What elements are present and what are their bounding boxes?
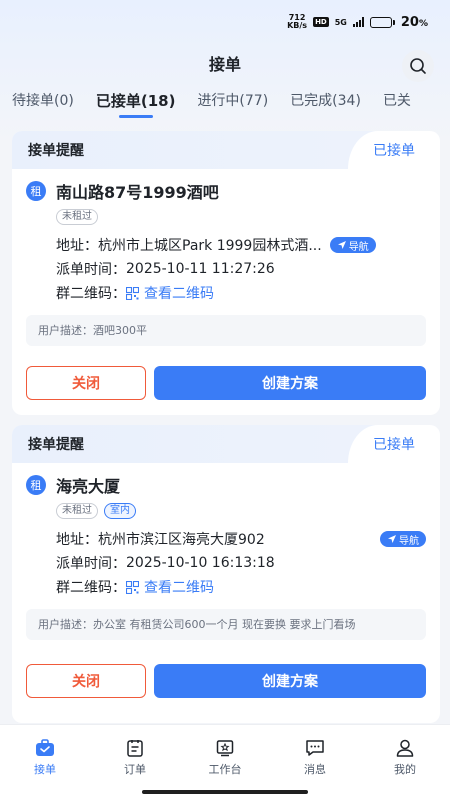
page-title: 接单: [208, 55, 241, 74]
qr-code-icon: [126, 580, 139, 594]
address-row: 地址： 杭州市上城区Park 1999园林式酒... 导航: [56, 233, 426, 257]
battery-percent-unit: %: [418, 18, 428, 29]
card-header: 接单提醒 已接单: [12, 131, 440, 169]
profile-icon: [396, 739, 414, 757]
briefcase-icon: [36, 739, 54, 756]
search-icon: [410, 58, 426, 74]
network-type: 5G: [334, 17, 347, 27]
order-list-icon: [127, 740, 143, 757]
nav-label: 订单: [124, 763, 146, 776]
nav-label: 工作台: [208, 763, 242, 776]
user-description: 用户描述：酒吧300平: [26, 315, 426, 346]
tab-accepted[interactable]: 已接单(18): [96, 86, 176, 116]
address-label: 地址：: [56, 238, 98, 254]
group-qr-label: 群二维码：: [56, 580, 126, 596]
status-badge: 已接单: [348, 425, 440, 463]
property-name: 南山路87号1999酒吧: [56, 183, 219, 202]
nav-label: 消息: [304, 763, 326, 776]
tag-indoor: 室内: [104, 503, 136, 519]
dispatch-time-row: 派单时间： 2025-10-10 16:13:18: [56, 551, 426, 575]
workbench-icon: [216, 740, 234, 757]
tab-in-progress[interactable]: 进行中(77): [197, 86, 268, 116]
tag-list: 未租过 室内: [56, 503, 426, 519]
user-description: 用户描述：办公室 有租赁公司600一个月 现在要换 要求上门看场: [26, 609, 426, 640]
tag-not-rented: 未租过: [56, 503, 98, 519]
battery-icon: [369, 16, 395, 28]
network-speed-unit: KB/s: [287, 21, 308, 30]
navigation-arrow-icon: [388, 535, 396, 543]
navigate-button[interactable]: 导航: [329, 237, 376, 253]
tab-closed[interactable]: 已关: [383, 86, 411, 116]
navigation-arrow-icon: [337, 241, 346, 249]
view-qr-label: 查看二维码: [144, 580, 214, 596]
order-card[interactable]: 接单提醒 已接单 租 南山路87号1999酒吧 未租过 地址： 杭州市上城区Pa…: [12, 131, 440, 415]
address-value: 杭州市滨江区海亮大厦902: [98, 532, 265, 548]
view-qr-link[interactable]: 查看二维码: [126, 577, 214, 597]
nav-item-messages[interactable]: 消息: [270, 725, 360, 800]
tag-list: 未租过: [56, 209, 426, 225]
nav-label: 接单: [34, 763, 56, 776]
nav-item-orders[interactable]: 订单: [90, 725, 180, 800]
tag-not-rented: 未租过: [56, 209, 98, 225]
battery-percent: 20%: [401, 15, 428, 30]
tab-completed[interactable]: 已完成(34): [290, 86, 361, 116]
signal-icon: [352, 17, 364, 27]
address-value: 杭州市上城区Park 1999园林式酒...: [98, 238, 322, 254]
tab-pending[interactable]: 待接单(0): [12, 86, 74, 116]
view-qr-link[interactable]: 查看二维码: [126, 283, 214, 303]
qr-code-icon: [126, 286, 139, 300]
order-status-tabs: 待接单(0) 已接单(18) 进行中(77) 已完成(34) 已关: [0, 84, 450, 118]
card-header-title: 接单提醒: [28, 437, 84, 453]
dispatch-time-row: 派单时间： 2025-10-11 11:27:26: [56, 257, 426, 281]
address-label: 地址：: [56, 532, 98, 548]
dispatch-time-value: 2025-10-10 16:13:18: [126, 555, 275, 571]
dispatch-time-label: 派单时间：: [56, 556, 126, 572]
order-card[interactable]: 接单提醒 已接单 租 海亮大厦 未租过 室内 地址： 杭州市滨江区海亮大厦902…: [12, 425, 440, 723]
nav-label: 我的: [394, 763, 416, 776]
navigate-label: 导航: [348, 241, 369, 253]
battery-percent-value: 20: [400, 14, 419, 30]
close-button[interactable]: 关闭: [26, 664, 146, 698]
status-badge: 已接单: [348, 131, 440, 169]
navigate-button[interactable]: 导航: [380, 531, 426, 547]
dispatch-time-value: 2025-10-11 11:27:26: [126, 261, 275, 277]
close-button[interactable]: 关闭: [26, 366, 146, 400]
rent-badge: 租: [26, 181, 46, 201]
create-plan-button[interactable]: 创建方案: [154, 366, 426, 400]
app-header: 接单: [0, 44, 450, 82]
address-row: 地址： 杭州市滨江区海亮大厦902 导航: [56, 527, 426, 551]
dispatch-time-label: 派单时间：: [56, 262, 126, 278]
view-qr-label: 查看二维码: [144, 286, 214, 302]
rent-badge: 租: [26, 475, 46, 495]
nav-item-orders-accept[interactable]: 接单: [0, 725, 90, 800]
group-qr-row: 群二维码： 查看二维码: [56, 281, 426, 305]
property-name: 海亮大厦: [56, 477, 121, 496]
network-speed: 712 KB/s: [287, 14, 307, 30]
home-indicator[interactable]: [142, 790, 308, 794]
search-button[interactable]: [402, 50, 434, 82]
group-qr-row: 群二维码： 查看二维码: [56, 575, 426, 599]
nav-item-workbench[interactable]: 工作台: [180, 725, 270, 800]
nav-item-profile[interactable]: 我的: [360, 725, 450, 800]
message-icon: [306, 740, 324, 756]
card-header: 接单提醒 已接单: [12, 425, 440, 463]
create-plan-button[interactable]: 创建方案: [154, 664, 426, 698]
hd-badge: HD: [313, 17, 329, 27]
status-bar: 712 KB/s HD 5G 20%: [0, 0, 450, 44]
navigate-label: 导航: [399, 535, 419, 547]
group-qr-label: 群二维码：: [56, 286, 126, 302]
card-header-title: 接单提醒: [28, 143, 84, 159]
bottom-navigation: 接单 订单 工作台 消息 我的: [0, 724, 450, 800]
